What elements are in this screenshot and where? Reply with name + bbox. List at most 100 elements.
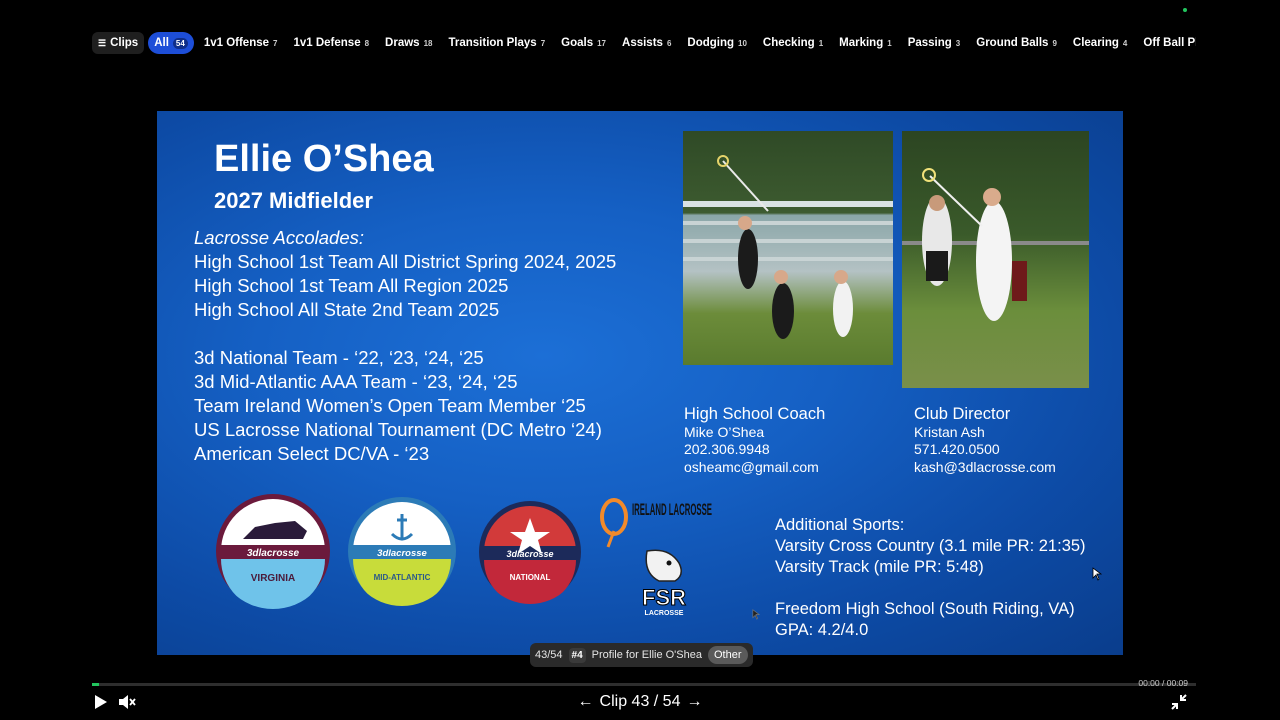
filter-chip-assists[interactable]: Assists 6 [616, 32, 677, 54]
filter-label: Clips [110, 37, 139, 49]
clip-navigation: ← Clip 43 / 54 → [570, 692, 710, 712]
progress-fill [92, 683, 99, 686]
badge-label: MID-ATLANTIC [374, 573, 431, 582]
filter-label: Checking [762, 37, 815, 49]
accolade-item: High School All State 2nd Team 2025 [194, 299, 500, 320]
filter-chip-all[interactable]: All 54 [148, 32, 194, 54]
badge-brand: 3dlacrosse [247, 548, 300, 559]
fsr-sub: LACROSSE [645, 610, 684, 617]
clip-tag[interactable]: Other [707, 646, 748, 664]
team-item: American Select DC/VA - ‘23 [194, 443, 430, 464]
coach-name: Mike O’Shea [684, 423, 765, 440]
mouse-cursor-icon [1092, 567, 1102, 581]
filter-label: Draws [385, 37, 420, 49]
filter-chip-clips[interactable]: ☰ Clips [92, 32, 145, 54]
mid-atlantic-badge: 3dlacrosse MID-ATLANTIC [347, 496, 457, 606]
filter-bar: ☰ Clips All 54 1v1 Offense 7 1v1 Defense 8 Draws… [92, 32, 1196, 54]
gpa: GPA: 4.2/4.0 [775, 621, 869, 639]
director-heading: Club Director [914, 405, 1011, 423]
filter-chip-1v1-offense[interactable]: 1v1 Offense 7 [198, 32, 284, 54]
play-icon[interactable] [94, 694, 108, 710]
filter-chip-transition-plays[interactable]: Transition Plays 7 [442, 32, 551, 54]
filter-label: Clearing [1072, 37, 1119, 49]
player-position: 2027 Midfielder [214, 188, 373, 213]
prev-clip-button[interactable]: ← [578, 693, 594, 711]
accolade-item: High School 1st Team All Region 2025 [194, 275, 509, 296]
accolade-item: High School 1st Team All District Spring… [194, 251, 617, 272]
filter-count: 3 [955, 38, 961, 48]
virginia-badge: 3dlacrosse VIRGINIA [215, 493, 331, 609]
badge-brand: 3dlacrosse [377, 548, 427, 559]
clip-info-label: 43/54 #4 Profile for Ellie O'Shea Other [530, 643, 753, 667]
action-photo-cradle [902, 131, 1089, 388]
filter-count: 4 [1122, 38, 1128, 48]
filter-count: 1 [818, 38, 824, 48]
filter-count: 17 [597, 38, 607, 48]
mouse-cursor-icon [752, 609, 760, 620]
clip-counter: Clip 43 / 54 [599, 693, 681, 710]
filter-label: Ground Balls [976, 37, 1049, 49]
director-phone: 571.420.0500 [914, 441, 1000, 457]
team-item: US Lacrosse National Tournament (DC Metr… [194, 419, 602, 440]
filter-chip-1v1-defense[interactable]: 1v1 Defense 8 [287, 32, 375, 54]
filter-chip-checking[interactable]: Checking 1 [757, 32, 829, 54]
filter-label: Passing [907, 37, 952, 49]
filter-count: 18 [423, 38, 433, 48]
sports-heading: Additional Sports: [775, 516, 905, 534]
filter-chip-dodging[interactable]: Dodging 10 [681, 32, 753, 54]
filter-chip-goals[interactable]: Goals 17 [555, 32, 612, 54]
filter-count: 8 [364, 38, 370, 48]
filter-count: 10 [738, 38, 747, 48]
filter-label: Assists [622, 37, 663, 49]
video-frame: Ellie O’Shea 2027 Midfielder Lacrosse Ac… [157, 111, 1123, 655]
filter-label: Marking [839, 37, 884, 49]
badge-label: NATIONAL [510, 573, 551, 582]
fsr-letters: FSR [642, 585, 686, 610]
coach-phone: 202.306.9948 [684, 441, 770, 457]
mute-icon[interactable] [118, 693, 136, 711]
filter-count: 1 [887, 38, 892, 48]
filter-chip-ground-balls[interactable]: Ground Balls 9 [970, 32, 1063, 54]
clip-number: #4 [568, 647, 586, 663]
exit-fullscreen-icon[interactable] [1171, 694, 1187, 710]
filter-count: 54 [172, 37, 188, 49]
next-clip-button[interactable]: → [686, 693, 702, 711]
team-item: Team Ireland Women’s Open Team Member ‘2… [194, 395, 586, 416]
filter-chip-clearing[interactable]: Clearing 4 [1067, 32, 1133, 54]
team-item: 3d National Team - ‘22, ‘23, ‘24, ‘25 [194, 347, 484, 368]
filter-label: Transition Plays [448, 37, 537, 49]
sport-item: Varsity Cross Country (3.1 mile PR: 21:3… [775, 537, 1086, 555]
filter-chip-off-ball-plays[interactable]: Off Ball Plays7 [1137, 32, 1196, 54]
ireland-logo-text: IRELAND LACROSSE [632, 500, 712, 519]
status-dot [1183, 8, 1187, 12]
badge-brand: 3dlacrosse [506, 549, 553, 559]
accolades-heading: Lacrosse Accolades: [194, 227, 365, 248]
clip-position: 43/54 [535, 649, 563, 661]
filter-label: 1v1 Offense [203, 37, 270, 49]
filter-label: Goals [561, 37, 594, 49]
director-name: Kristan Ash [914, 423, 985, 440]
national-badge: 3dlacrosse NATIONAL [478, 500, 582, 604]
filter-count: 9 [1052, 38, 1057, 48]
list-icon: ☰ [98, 37, 107, 48]
coach-heading: High School Coach [684, 405, 826, 423]
school-name: Freedom High School (South Riding, VA) [775, 600, 1075, 618]
filter-count: 7 [273, 38, 278, 48]
filter-label: All [154, 37, 169, 49]
filter-chip-draws[interactable]: Draws 18 [379, 32, 438, 54]
team-item: 3d Mid-Atlantic AAA Team - ‘23, ‘24, ‘25 [194, 371, 518, 392]
filter-count: 7 [540, 38, 546, 48]
sport-item: Varsity Track (mile PR: 5:48) [775, 558, 984, 576]
badge-label: VIRGINIA [251, 573, 295, 584]
filter-chip-marking[interactable]: Marking 1 [833, 32, 898, 54]
filter-chip-passing[interactable]: Passing 3 [902, 32, 967, 54]
coach-contact: High School Coach Mike O’Shea 202.306.99… [684, 405, 826, 476]
director-email: kash@3dlacrosse.com [914, 458, 1056, 475]
action-photo-draw [683, 131, 893, 365]
time-display: 00:00 / 00:09 [1138, 678, 1188, 688]
clip-title: Profile for Ellie O'Shea [591, 649, 702, 661]
progress-bar[interactable] [92, 683, 1196, 686]
player-name: Ellie O’Shea [214, 138, 434, 180]
fsr-lacrosse-logo: FSR LACROSSE [629, 547, 699, 619]
director-contact: Club Director Kristan Ash 571.420.0500 k… [914, 405, 1056, 476]
